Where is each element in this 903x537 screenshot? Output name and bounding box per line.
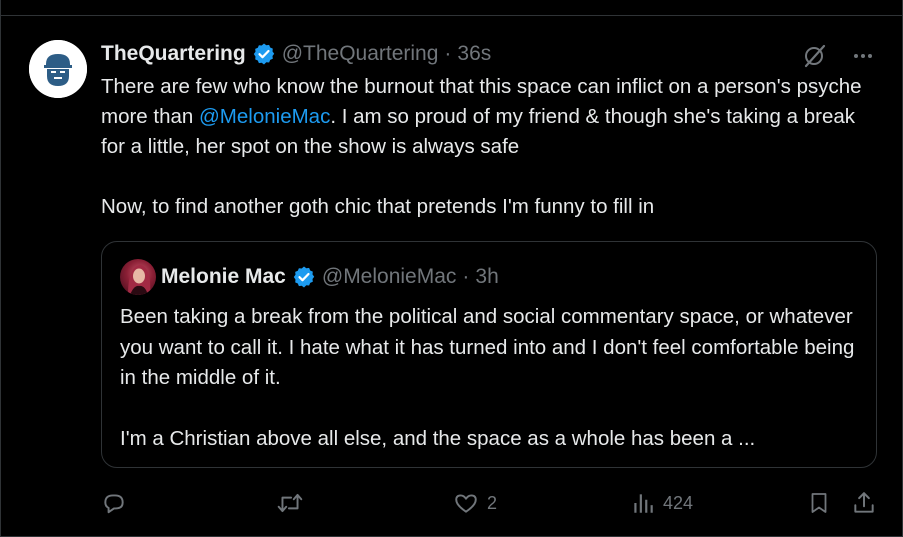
tweet-top-actions [801, 42, 877, 70]
tweet-header: TheQuartering @TheQuartering · 36s [101, 40, 491, 68]
quote-header-separator: · [462, 265, 470, 288]
tweet-timestamp[interactable]: 36s [457, 42, 491, 66]
tweet-paragraph-2: Now, to find another goth chic that pret… [101, 195, 655, 218]
author-handle[interactable]: @TheQuartering [282, 42, 439, 66]
quote-author-handle[interactable]: @MelonieMac [322, 265, 457, 289]
bookmark-icon [811, 493, 827, 513]
quote-timestamp[interactable]: 3h [475, 265, 498, 289]
quote-text: Been taking a break from the political a… [120, 302, 860, 454]
like-count: 2 [487, 492, 498, 513]
retweet-icon [277, 493, 303, 513]
quote-avatar[interactable] [120, 259, 156, 295]
quote-paragraph-2: I'm a Christian above all else, and the … [120, 426, 756, 450]
mention-link[interactable]: @MelonieMac [199, 105, 330, 128]
share-icon [854, 492, 874, 513]
verified-icon [252, 42, 276, 66]
views-icon [634, 494, 653, 513]
more-icon[interactable] [849, 42, 877, 70]
verified-icon [292, 265, 316, 289]
tweet-text: There are few who know the burnout that … [101, 72, 871, 222]
tweet-paragraph-1: There are few who know the burnout that … [101, 72, 871, 162]
reply-icon [104, 494, 124, 514]
tweet-actions-bar: 2 424 [101, 487, 891, 519]
share-button[interactable] [851, 487, 877, 519]
view-count: 424 [663, 492, 694, 513]
bookmark-button[interactable] [807, 487, 831, 519]
quote-paragraph-spacer [120, 394, 860, 424]
header-separator: · [444, 42, 452, 65]
quote-avatar-portrait-icon [128, 265, 151, 295]
timeline-divider [0, 0, 903, 16]
retweet-button[interactable] [276, 487, 312, 519]
reply-button[interactable] [101, 487, 135, 519]
avatar[interactable] [29, 40, 87, 98]
avatar-logo-icon [29, 40, 87, 98]
frame-border-left [0, 0, 1, 537]
like-button[interactable]: 2 [453, 487, 497, 519]
author-name[interactable]: TheQuartering [101, 42, 246, 66]
views-button[interactable]: 424 [631, 487, 693, 519]
grok-icon[interactable] [801, 42, 829, 70]
quote-header: Melonie Mac @MelonieMac · 3h [161, 263, 499, 291]
quote-author-name[interactable]: Melonie Mac [161, 265, 286, 289]
quoted-tweet[interactable]: Melonie Mac @MelonieMac · 3h Been taking… [101, 241, 877, 468]
quote-paragraph-1: Been taking a break from the political a… [120, 305, 855, 389]
like-icon [455, 494, 477, 513]
